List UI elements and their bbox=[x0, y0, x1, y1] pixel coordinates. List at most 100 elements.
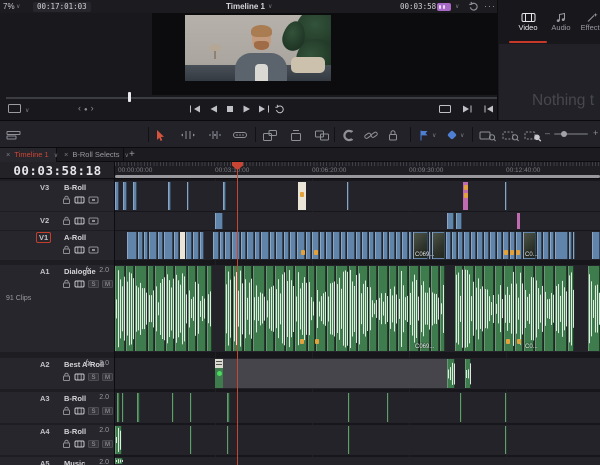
close-icon[interactable]: × bbox=[64, 150, 68, 159]
track-lane-v3[interactable] bbox=[115, 181, 600, 211]
video-clip[interactable] bbox=[276, 232, 283, 259]
prev-edit-button[interactable] bbox=[188, 104, 202, 114]
track-header-a1[interactable]: A1 Dialogue fx 2.0 S M 91 Clips bbox=[0, 265, 114, 352]
audio-clip[interactable] bbox=[137, 393, 140, 422]
auto-select-icon[interactable] bbox=[74, 280, 85, 288]
video-clip[interactable] bbox=[356, 232, 361, 259]
audio-clip[interactable] bbox=[190, 426, 192, 454]
video-clip[interactable] bbox=[270, 232, 275, 259]
zoom-full-extent-icon[interactable] bbox=[479, 127, 497, 143]
clip-marker[interactable] bbox=[504, 250, 508, 255]
audio-clip[interactable] bbox=[227, 393, 230, 422]
video-clip[interactable] bbox=[484, 232, 489, 259]
audio-clip[interactable] bbox=[588, 266, 600, 351]
video-clip[interactable] bbox=[168, 182, 171, 210]
trim-edit-tool-icon[interactable] bbox=[180, 127, 196, 143]
track-enable-icon[interactable] bbox=[88, 217, 99, 225]
video-clip[interactable] bbox=[174, 232, 179, 259]
video-clip[interactable] bbox=[306, 232, 311, 259]
audio-clip[interactable] bbox=[215, 359, 223, 388]
track-id[interactable]: A4 bbox=[38, 427, 52, 436]
video-clip[interactable] bbox=[446, 232, 451, 259]
prev-keyframe-icon[interactable] bbox=[483, 104, 495, 114]
clip-marker[interactable] bbox=[301, 250, 305, 255]
chevron-down-icon[interactable]: ∨ bbox=[25, 107, 29, 114]
lock-icon[interactable] bbox=[62, 439, 71, 448]
video-clip[interactable] bbox=[464, 232, 470, 259]
audio-clip[interactable] bbox=[227, 426, 229, 454]
zoom-slider-handle[interactable] bbox=[560, 130, 567, 137]
track-lane-a2[interactable] bbox=[115, 358, 600, 389]
track-header-v1[interactable]: V1 A-Roll bbox=[0, 231, 114, 260]
track-lane-v2[interactable] bbox=[115, 212, 600, 230]
audio-clip[interactable] bbox=[115, 426, 122, 454]
video-clip[interactable] bbox=[402, 232, 408, 259]
audio-clip[interactable] bbox=[166, 266, 174, 351]
inspector-tab-audio[interactable]: Audio bbox=[544, 12, 578, 32]
next-edit-button[interactable] bbox=[257, 104, 271, 114]
audio-clip[interactable] bbox=[524, 266, 534, 351]
video-clip[interactable] bbox=[223, 182, 226, 210]
track-id[interactable]: V1 bbox=[36, 232, 52, 243]
clip-marker[interactable] bbox=[300, 339, 304, 344]
audio-clip[interactable] bbox=[115, 266, 125, 351]
track-fx-badge[interactable]: fx bbox=[86, 360, 91, 367]
audio-clip[interactable] bbox=[244, 266, 252, 351]
video-clip[interactable] bbox=[347, 232, 355, 259]
video-clip[interactable] bbox=[144, 232, 148, 259]
video-clip[interactable] bbox=[505, 182, 507, 210]
video-clip[interactable] bbox=[220, 232, 224, 259]
replace-clip-icon[interactable] bbox=[314, 127, 330, 143]
lock-icon[interactable] bbox=[62, 372, 71, 381]
audio-clip[interactable] bbox=[464, 266, 474, 351]
lock-icon[interactable] bbox=[62, 195, 71, 204]
video-clip[interactable] bbox=[261, 232, 269, 259]
video-clip[interactable] bbox=[456, 213, 462, 229]
auto-select-icon[interactable] bbox=[74, 196, 85, 204]
video-clip[interactable] bbox=[193, 232, 199, 259]
clip-marker[interactable] bbox=[314, 250, 318, 255]
audio-clip[interactable] bbox=[358, 266, 368, 351]
auto-select-icon[interactable] bbox=[74, 246, 85, 254]
track-header-a2[interactable]: A2 Best A-Roll fx 2.0 S M bbox=[0, 358, 114, 389]
video-clip[interactable] bbox=[284, 232, 289, 259]
track-lane-a5[interactable] bbox=[115, 457, 600, 465]
zoom-custom-icon[interactable] bbox=[524, 127, 542, 143]
audio-clip[interactable] bbox=[398, 266, 408, 351]
video-clip[interactable] bbox=[247, 232, 254, 259]
video-clip[interactable] bbox=[127, 232, 137, 259]
audio-clip[interactable] bbox=[465, 359, 471, 388]
auto-select-icon[interactable] bbox=[74, 407, 85, 415]
audio-clip[interactable] bbox=[148, 266, 154, 351]
track-lane-a4[interactable] bbox=[115, 425, 600, 455]
audio-clip[interactable] bbox=[484, 266, 494, 351]
solo-button[interactable]: S bbox=[88, 279, 99, 288]
video-clip[interactable] bbox=[409, 232, 412, 259]
insert-clip-icon[interactable] bbox=[262, 127, 278, 143]
video-clip[interactable] bbox=[180, 232, 185, 259]
clip-marker[interactable] bbox=[517, 339, 521, 344]
audio-clip[interactable] bbox=[544, 266, 554, 351]
auto-select-icon[interactable] bbox=[74, 373, 85, 381]
audio-clip[interactable] bbox=[115, 458, 123, 464]
clip-marker[interactable] bbox=[464, 185, 468, 190]
inspector-tab-video[interactable]: Video bbox=[511, 12, 545, 32]
source-timecode[interactable]: 00:17:01:03 bbox=[33, 1, 91, 12]
video-clip[interactable] bbox=[225, 232, 231, 259]
audio-clip[interactable] bbox=[175, 266, 187, 351]
video-clip[interactable] bbox=[497, 232, 502, 259]
mute-button[interactable]: M bbox=[102, 406, 113, 415]
audio-clip[interactable] bbox=[348, 426, 350, 454]
solo-button[interactable]: S bbox=[88, 439, 99, 448]
selection-tool-icon[interactable] bbox=[153, 127, 167, 143]
video-clip[interactable] bbox=[383, 232, 388, 259]
zoom-in-button[interactable]: + bbox=[593, 128, 598, 138]
video-clip[interactable] bbox=[362, 232, 368, 259]
audio-clip[interactable] bbox=[135, 266, 147, 351]
audio-clip[interactable] bbox=[188, 266, 196, 351]
audio-clip[interactable] bbox=[535, 266, 543, 351]
viewer-options-menu-icon[interactable]: ··· bbox=[484, 1, 496, 11]
next-keyframe-icon[interactable] bbox=[461, 104, 473, 114]
audio-clip[interactable] bbox=[190, 393, 192, 422]
selection-region[interactable] bbox=[223, 359, 447, 388]
